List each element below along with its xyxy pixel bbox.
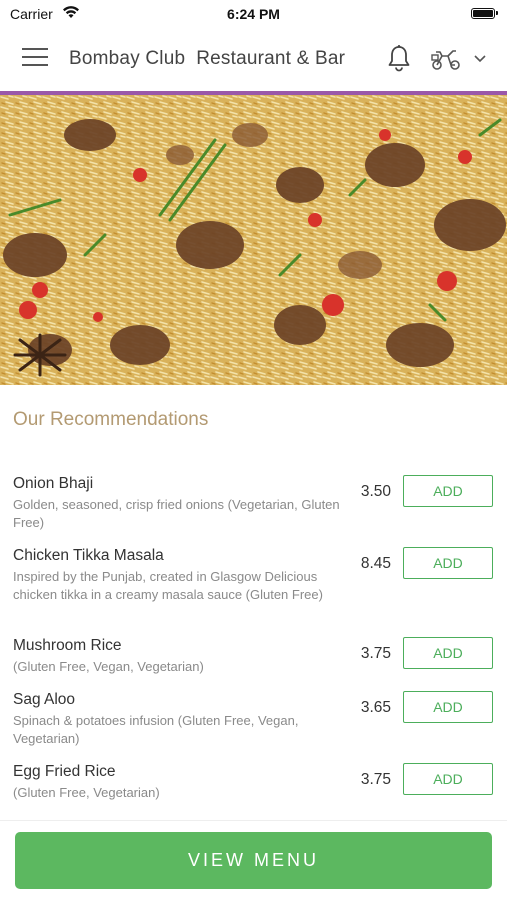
item-description: Spinach & potatoes infusion (Gluten Free… (13, 713, 299, 746)
item-price: 3.65 (360, 699, 391, 716)
add-button[interactable]: ADD (403, 637, 493, 669)
app-header: Bombay Club Restaurant & Bar (0, 28, 507, 91)
view-menu-button[interactable]: VIEW MENU (15, 832, 492, 889)
item-description: (Gluten Free, Vegetarian) (13, 785, 160, 800)
restaurant-title: Bombay Club Restaurant & Bar (69, 48, 346, 69)
add-button[interactable]: ADD (403, 547, 493, 579)
scooter-delivery-icon[interactable] (430, 46, 462, 72)
add-button[interactable]: ADD (403, 475, 493, 507)
item-description: (Gluten Free, Vegan, Vegetarian) (13, 659, 204, 674)
footer-divider (0, 820, 507, 821)
item-name: Mushroom Rice (13, 637, 122, 654)
add-button[interactable]: ADD (403, 763, 493, 795)
battery-icon (471, 8, 498, 19)
chevron-down-icon[interactable] (472, 52, 488, 64)
item-price: 8.45 (360, 555, 391, 572)
hero-food-image (0, 95, 507, 385)
item-description: Inspired by the Punjab, created in Glasg… (13, 569, 323, 602)
bell-icon[interactable] (386, 44, 412, 72)
item-name: Sag Aloo (13, 691, 76, 708)
add-button[interactable]: ADD (403, 691, 493, 723)
item-description: Golden, seasoned, crisp fried onions (Ve… (13, 497, 340, 530)
item-price: 3.50 (360, 483, 391, 500)
item-name: Onion Bhaji (13, 475, 94, 492)
item-price: 3.75 (360, 645, 391, 662)
status-bar: Carrier 6:24 PM (0, 0, 507, 28)
recommendations-heading: Our Recommendations (13, 409, 209, 430)
biryani-photo-icon (0, 95, 507, 385)
hamburger-menu-icon[interactable] (22, 48, 48, 70)
item-name: Chicken Tikka Masala (13, 547, 164, 564)
item-price: 3.75 (360, 771, 391, 788)
clock-time: 6:24 PM (227, 6, 280, 22)
item-name: Egg Fried Rice (13, 763, 116, 780)
